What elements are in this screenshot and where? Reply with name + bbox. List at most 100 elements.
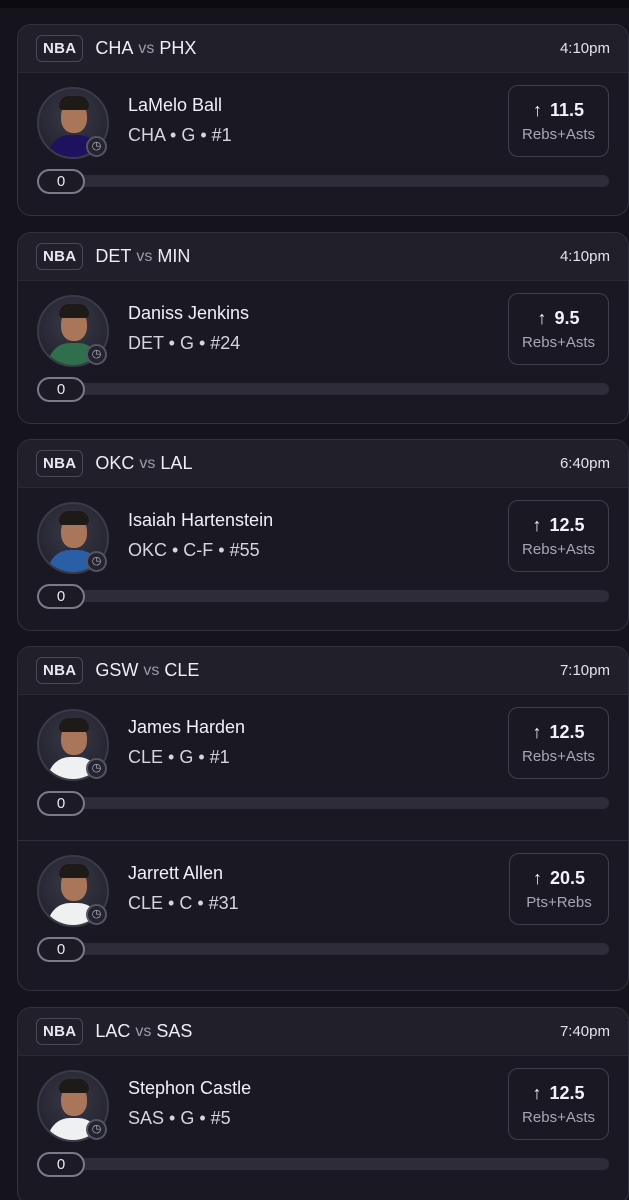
vs-label: vs: [138, 39, 155, 57]
stat-type: Rebs+Asts: [522, 748, 595, 765]
progress-value: 0: [37, 377, 85, 402]
game-time: 4:10pm: [559, 248, 610, 265]
player-row[interactable]: ◷ Isaiah Hartenstein OKC • C-F • #55 ↑ 12…: [18, 488, 628, 630]
league-badge: NBA: [36, 243, 84, 270]
player-row[interactable]: ◷ Daniss Jenkins DET • G • #24 ↑ 9.5 Rebs…: [18, 281, 628, 423]
league-badge: NBA: [36, 35, 84, 62]
hair-shape: [59, 718, 89, 732]
hair-shape: [59, 864, 89, 878]
projection-value-row: ↑ 12.5: [522, 1083, 595, 1104]
arrow-up-icon: ↑: [532, 868, 542, 888]
hair-shape: [59, 96, 89, 110]
game-card: NBA CHA vs PHX 4:10pm ◷ LaMelo Ball CHA …: [17, 24, 629, 216]
projection-value-row: ↑ 11.5: [522, 100, 595, 121]
projection-button[interactable]: ↑ 20.5 Pts+Rebs: [509, 853, 609, 925]
team-home: LAL: [160, 453, 193, 473]
line-value: 9.5: [554, 308, 580, 328]
projection-button[interactable]: ↑ 12.5 Rebs+Asts: [508, 500, 609, 572]
line-value: 12.5: [549, 722, 585, 742]
team-home: SAS: [156, 1021, 193, 1041]
player-row[interactable]: ◷ Stephon Castle SAS • G • #5 ↑ 12.5 Rebs…: [18, 1056, 628, 1200]
projection-button[interactable]: ↑ 12.5 Rebs+Asts: [508, 1068, 609, 1140]
clock-icon: ◷: [86, 136, 107, 157]
vs-label: vs: [136, 247, 153, 265]
game-card: NBA LAC vs SAS 7:40pm ◷ Stephon Castle S…: [17, 1007, 629, 1200]
game-card: NBA GSW vs CLE 7:10pm ◷ James Harden CLE…: [17, 646, 629, 991]
projection-button[interactable]: ↑ 11.5 Rebs+Asts: [508, 85, 609, 157]
game-card: NBA OKC vs LAL 6:40pm ◷ Isaiah Hartenste…: [17, 439, 629, 631]
progress-value: 0: [37, 791, 85, 816]
progress-value: 0: [37, 584, 85, 609]
player-name: Jarrett Allen: [128, 863, 224, 883]
arrow-up-icon: ↑: [537, 308, 547, 328]
league-badge: NBA: [36, 450, 84, 477]
progress-track: [37, 175, 609, 187]
game-time: 7:10pm: [559, 662, 610, 679]
game-time: 7:40pm: [559, 1023, 610, 1040]
projection-value-row: ↑ 12.5: [522, 722, 595, 743]
projection-button[interactable]: ↑ 9.5 Rebs+Asts: [508, 293, 609, 365]
team-away: DET: [95, 246, 132, 266]
progress-track: [37, 590, 609, 602]
game-header: NBA LAC vs SAS 7:40pm: [18, 1008, 628, 1056]
player-name: LaMelo Ball: [128, 95, 223, 115]
progress-track: [37, 797, 609, 809]
player-name: Daniss Jenkins: [128, 303, 250, 323]
league-badge: NBA: [36, 657, 84, 684]
team-away: OKC: [95, 453, 135, 473]
arrow-up-icon: ↑: [532, 515, 542, 535]
projection-value-row: ↑ 9.5: [522, 308, 595, 329]
clock-icon: ◷: [86, 551, 107, 572]
hair-shape: [59, 304, 89, 318]
line-value: 12.5: [549, 1083, 585, 1103]
stat-type: Rebs+Asts: [522, 1109, 595, 1126]
team-away: CHA: [95, 38, 134, 58]
progress-value: 0: [37, 1152, 85, 1177]
game-card: NBA DET vs MIN 4:10pm ◷ Daniss Jenkins D…: [17, 232, 629, 424]
clock-icon: ◷: [86, 344, 107, 365]
arrow-up-icon: ↑: [532, 1083, 542, 1103]
player-row[interactable]: ◷ Jarrett Allen CLE • C • #31 ↑ 20.5 Pts+…: [18, 840, 628, 990]
player-info: CLE • C • #31: [128, 893, 239, 913]
progress-value: 0: [37, 169, 85, 194]
player-row[interactable]: ◷ James Harden CLE • G • #1 ↑ 12.5 Rebs+A…: [18, 695, 628, 840]
player-row[interactable]: ◷ LaMelo Ball CHA • G • #1 ↑ 11.5 Rebs+As…: [18, 73, 628, 215]
game-header: NBA DET vs MIN 4:10pm: [18, 233, 628, 281]
arrow-up-icon: ↑: [533, 100, 542, 120]
projection-value-row: ↑ 20.5: [523, 868, 595, 889]
player-info: CHA • G • #1: [128, 125, 232, 145]
vs-label: vs: [135, 1022, 152, 1040]
player-name: Stephon Castle: [128, 1078, 252, 1098]
arrow-up-icon: ↑: [532, 722, 542, 742]
game-header: NBA CHA vs PHX 4:10pm: [18, 25, 628, 73]
vs-label: vs: [143, 661, 160, 679]
hair-shape: [59, 511, 89, 525]
line-value: 12.5: [549, 515, 585, 535]
top-strip: [0, 0, 629, 8]
stat-type: Rebs+Asts: [522, 126, 595, 143]
clock-icon: ◷: [86, 904, 107, 925]
team-home: PHX: [159, 38, 197, 58]
progress-track: [37, 943, 609, 955]
player-name: Isaiah Hartenstein: [128, 510, 274, 530]
vs-label: vs: [139, 454, 156, 472]
progress-value: 0: [37, 937, 85, 962]
clock-icon: ◷: [86, 1119, 107, 1140]
team-away: LAC: [95, 1021, 131, 1041]
progress-track: [37, 383, 609, 395]
stat-type: Rebs+Asts: [522, 334, 595, 351]
game-header: NBA OKC vs LAL 6:40pm: [18, 440, 628, 488]
player-info: DET • G • #24: [128, 333, 241, 353]
team-away: GSW: [95, 660, 139, 680]
player-name: James Harden: [128, 717, 246, 737]
game-header: NBA GSW vs CLE 7:10pm: [18, 647, 628, 695]
league-badge: NBA: [36, 1018, 84, 1045]
stat-type: Rebs+Asts: [522, 541, 595, 558]
hair-shape: [59, 1079, 89, 1093]
projection-button[interactable]: ↑ 12.5 Rebs+Asts: [508, 707, 609, 779]
projection-value-row: ↑ 12.5: [522, 515, 595, 536]
game-time: 6:40pm: [559, 455, 610, 472]
player-info: OKC • C-F • #55: [128, 540, 260, 560]
player-info: CLE • G • #1: [128, 747, 230, 767]
player-info: SAS • G • #5: [128, 1108, 231, 1128]
